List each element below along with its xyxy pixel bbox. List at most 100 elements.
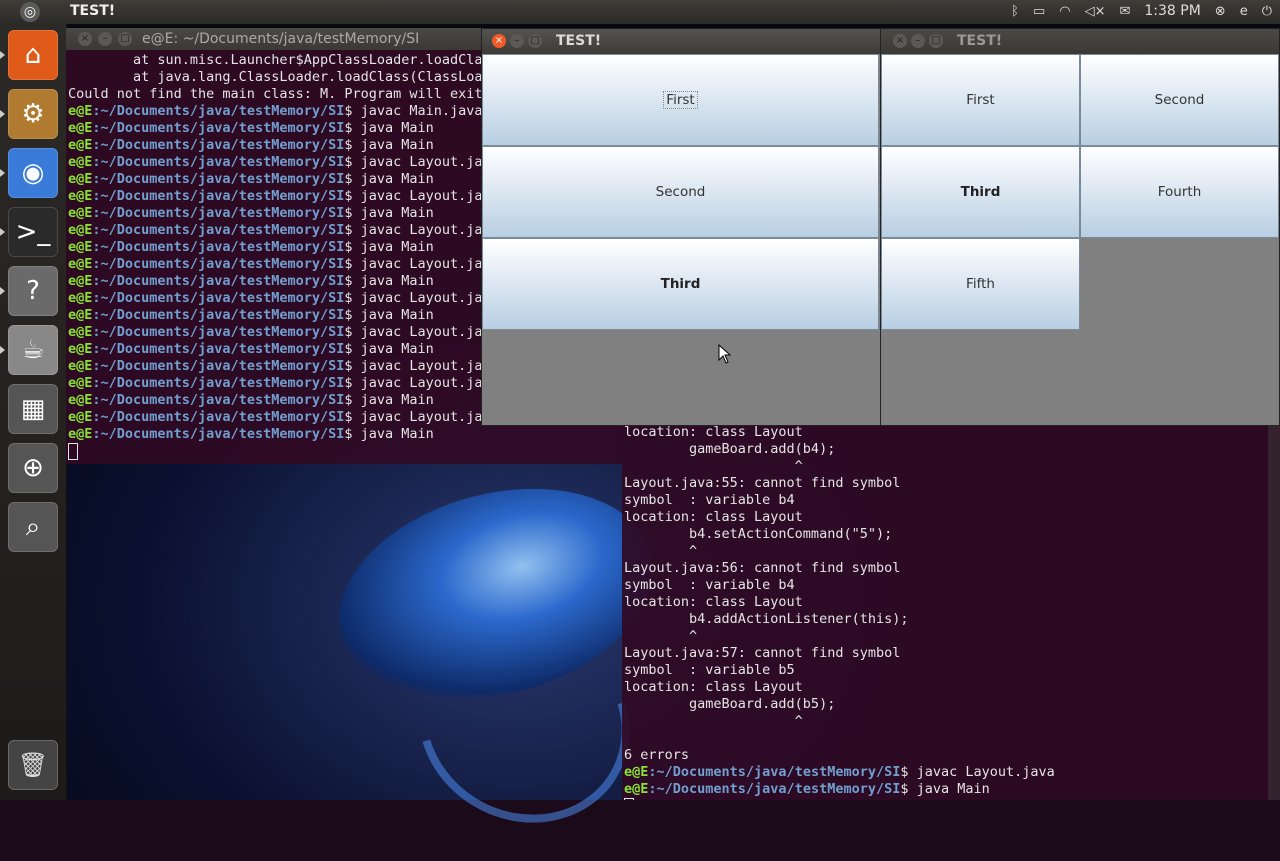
prompt-user: e@E xyxy=(68,137,93,153)
help-icon[interactable]: ? xyxy=(8,266,58,316)
terminal-line: location: class Layout xyxy=(624,509,1278,526)
fourth-button[interactable]: Fourth xyxy=(1080,146,1279,238)
ubuntu-logo-icon[interactable]: ◎ xyxy=(20,2,40,22)
output-text: ^ xyxy=(624,543,698,559)
prompt-path: :~/Documents/java/testMemory/SI xyxy=(92,222,345,238)
terminal-line: ^ xyxy=(624,543,1278,560)
terminal-icon[interactable]: >_ xyxy=(8,207,58,257)
prompt-path: :~/Documents/java/testMemory/SI xyxy=(92,154,345,170)
close-icon[interactable]: × xyxy=(78,32,92,46)
terminal-window-2[interactable]: location: class Layout gameBoard.add(b4)… xyxy=(622,424,1280,800)
terminal-line: ^ xyxy=(624,713,1278,730)
close-icon[interactable]: × xyxy=(492,34,506,48)
prompt-path: :~/Documents/java/testMemory/SI xyxy=(92,205,345,221)
mouse-pointer-icon xyxy=(718,344,732,364)
top-panel: ◎ TEST! ᛒ ▭ ◠ ◁× ✉ 1:38 PM ⊗ e ⏻ xyxy=(0,0,1280,24)
output-text: 6 errors xyxy=(624,747,690,763)
output-text: location: class Layout xyxy=(624,594,803,610)
output-text: at sun.misc.Launcher$AppClassLoader.load… xyxy=(68,52,491,68)
terminal-line: Layout.java:55: cannot find symbol xyxy=(624,475,1278,492)
output-text: at java.lang.ClassLoader.loadClass(Class… xyxy=(68,69,491,85)
java2-content: First Second Third Fourth Fifth xyxy=(881,54,1279,425)
running-indicator xyxy=(0,346,5,354)
maximize-icon[interactable]: □ xyxy=(118,32,132,46)
prompt-user: e@E xyxy=(624,764,649,780)
power-icon[interactable]: ⏻ xyxy=(1262,4,1272,19)
command-text: $ javac Layout.java xyxy=(344,358,499,374)
java1-titlebar[interactable]: × – □ TEST! xyxy=(482,29,880,54)
output-text: b4.setActionCommand("5"); xyxy=(624,526,893,542)
terminal-line: location: class Layout xyxy=(624,424,1278,441)
third-button-label: Third xyxy=(960,184,1001,200)
second-button[interactable]: Second xyxy=(1080,54,1279,146)
terminal-line: gameBoard.add(b5); xyxy=(624,696,1278,713)
java1-title: TEST! xyxy=(556,33,602,49)
software-center-icon[interactable]: ⚙ xyxy=(8,89,58,139)
minimize-icon[interactable]: – xyxy=(911,34,925,48)
prompt-user: e@E xyxy=(68,205,93,221)
command-text: $ java Main xyxy=(344,392,434,408)
bluetooth-icon[interactable]: ᛒ xyxy=(1011,4,1019,19)
command-text: $ javac Layout.java xyxy=(344,222,499,238)
chrome-icon[interactable]: ◉ xyxy=(8,148,58,198)
output-text: symbol : variable b5 xyxy=(624,662,795,678)
search-files-icon[interactable]: ⌕ xyxy=(8,502,58,552)
terminal-line: b4.setActionCommand("5"); xyxy=(624,526,1278,543)
system-tray: ᛒ ▭ ◠ ◁× ✉ 1:38 PM ⊗ e ⏻ xyxy=(1011,3,1272,19)
volume-mute-icon[interactable]: ◁× xyxy=(1085,4,1106,19)
prompt-path: :~/Documents/java/testMemory/SI xyxy=(92,307,345,323)
fifth-button-label: Fifth xyxy=(966,276,995,292)
prompt-user: e@E xyxy=(68,171,93,187)
minimize-icon[interactable]: – xyxy=(98,32,112,46)
java-window-2[interactable]: × – □ TEST! First Second Third Fourth Fi… xyxy=(880,28,1280,426)
third-button[interactable]: Third xyxy=(482,238,879,330)
user-icon[interactable]: ⊗ xyxy=(1215,4,1226,19)
prompt-path: :~/Documents/java/testMemory/SI xyxy=(92,273,345,289)
third-button[interactable]: Third xyxy=(881,146,1080,238)
user-name[interactable]: e xyxy=(1240,4,1248,19)
wifi-icon[interactable]: ◠ xyxy=(1059,4,1070,19)
maximize-icon[interactable]: □ xyxy=(929,34,943,48)
trash-icon[interactable]: 🗑 xyxy=(8,740,58,790)
prompt-user: e@E xyxy=(68,426,93,442)
java-icon[interactable]: ☕ xyxy=(8,325,58,375)
first-button[interactable]: First xyxy=(881,54,1080,146)
command-text: $ java Main xyxy=(344,273,434,289)
prompt-user: e@E xyxy=(68,103,93,119)
launcher: ⌂ ⚙ ◉ >_? ☕ ▦ ⊕ ⌕ xyxy=(0,24,67,800)
terminal-line: ^ xyxy=(624,628,1278,645)
prompt-user: e@E xyxy=(68,273,93,289)
output-text: b4.addActionListener(this); xyxy=(624,611,909,627)
java-window-1[interactable]: × – □ TEST! First Second Third xyxy=(481,28,881,426)
workspace-switcher-icon[interactable]: ▦ xyxy=(8,384,58,434)
prompt-path: :~/Documents/java/testMemory/SI xyxy=(92,137,345,153)
clock[interactable]: 1:38 PM xyxy=(1144,3,1200,19)
terminal2-output[interactable]: location: class Layout gameBoard.add(b4)… xyxy=(622,424,1280,800)
second-button-label: Second xyxy=(1154,92,1205,108)
mail-icon[interactable]: ✉ xyxy=(1119,4,1130,19)
terminal-line: symbol : variable b5 xyxy=(624,662,1278,679)
fourth-button-label: Fourth xyxy=(1157,184,1202,200)
output-text: location: class Layout xyxy=(624,424,803,440)
terminal2-scrollbar[interactable] xyxy=(1268,424,1280,800)
active-app-title: TEST! xyxy=(70,3,116,19)
output-text: location: class Layout xyxy=(624,509,803,525)
first-button[interactable]: First xyxy=(482,54,879,146)
battery-icon[interactable]: ▭ xyxy=(1033,4,1045,19)
terminal-line: e@E:~/Documents/java/testMemory/SI$ java… xyxy=(624,764,1278,781)
magnifier-icon[interactable]: ⊕ xyxy=(8,443,58,493)
prompt-path: :~/Documents/java/testMemory/SI xyxy=(92,324,345,340)
output-text: Layout.java:56: cannot find symbol xyxy=(624,560,901,576)
minimize-icon[interactable]: – xyxy=(510,34,524,48)
maximize-icon[interactable]: □ xyxy=(528,34,542,48)
home-folder-icon[interactable]: ⌂ xyxy=(8,30,58,80)
second-button[interactable]: Second xyxy=(482,146,879,238)
output-text: symbol : variable b4 xyxy=(624,577,795,593)
java2-titlebar[interactable]: × – □ TEST! xyxy=(881,29,1279,54)
terminal-line: e@E:~/Documents/java/testMemory/SI$ java… xyxy=(68,426,620,443)
command-text: $ javac Layout.java xyxy=(344,324,499,340)
fifth-button[interactable]: Fifth xyxy=(881,238,1080,330)
command-text: $ java Main xyxy=(344,307,434,323)
close-icon[interactable]: × xyxy=(893,34,907,48)
third-button-label: Third xyxy=(660,276,701,292)
